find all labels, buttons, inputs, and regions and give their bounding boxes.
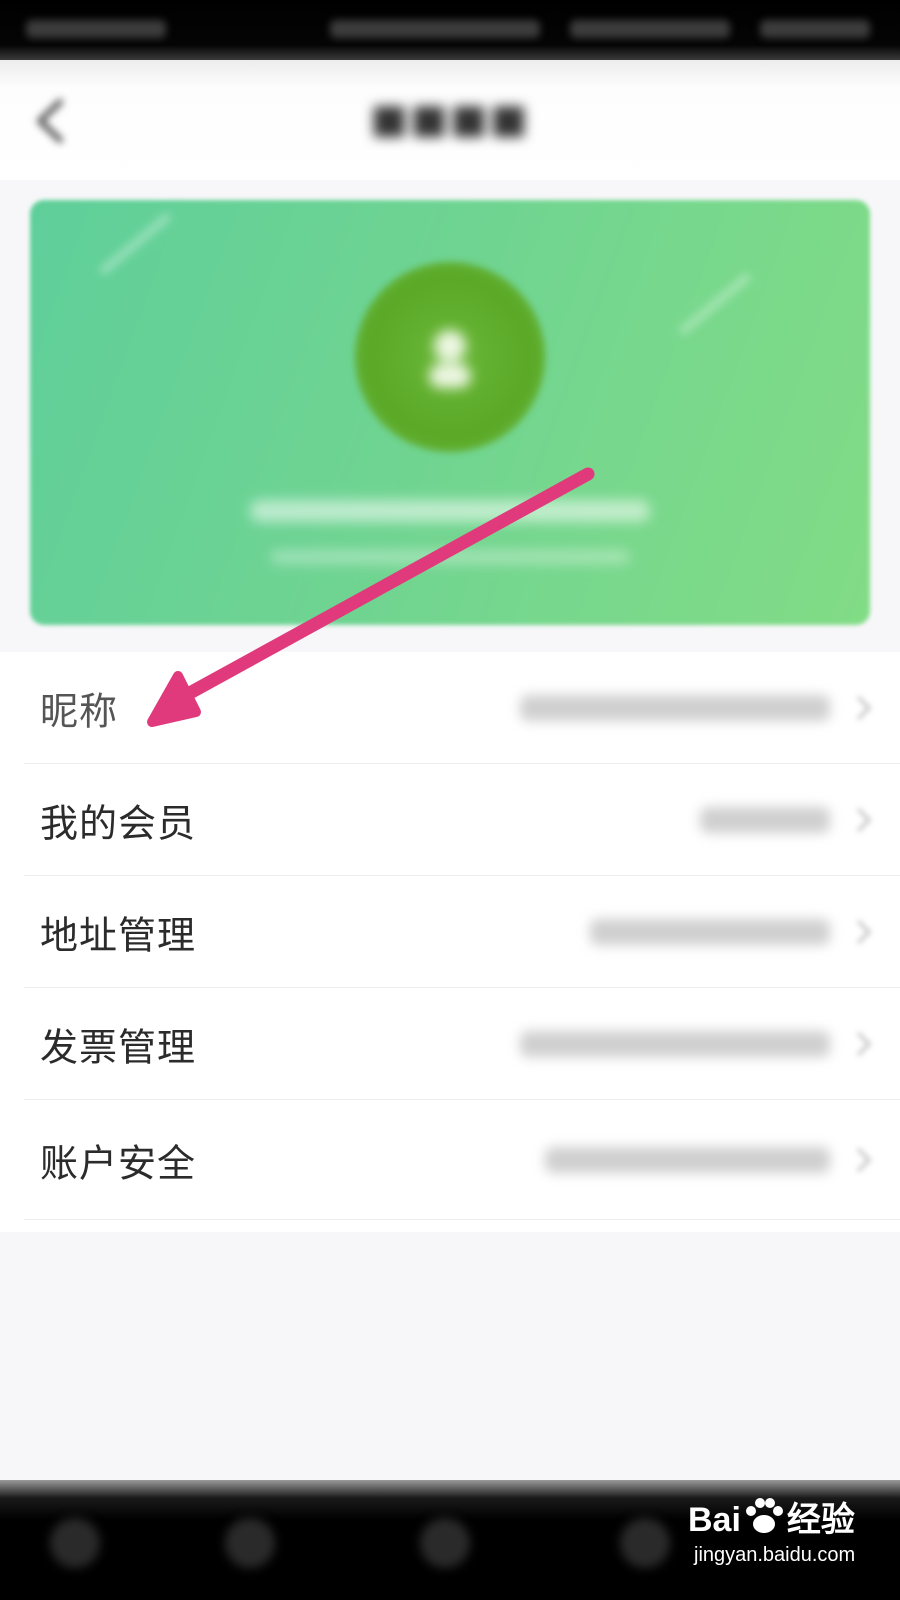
card-glint: [677, 272, 753, 336]
watermark-site: jingyan.baidu.com: [694, 1544, 856, 1566]
chevron-right-icon: [856, 919, 872, 944]
page-title: ■■■■: [370, 96, 530, 142]
avatar-icon: [429, 330, 471, 388]
card-glint: [97, 212, 173, 276]
menu-item-value-blur: [590, 918, 830, 945]
chevron-right-icon: [856, 807, 872, 832]
nav-menu-blur[interactable]: [50, 1518, 100, 1568]
nav-back-blur[interactable]: [225, 1518, 275, 1568]
status-bar: [0, 0, 900, 60]
menu-item-value-blur: [520, 1030, 830, 1057]
menu-item-value-blur: [545, 1146, 830, 1173]
nav-recent-blur[interactable]: [620, 1518, 670, 1568]
menu-item-value-blur: [520, 694, 830, 721]
menu-item-membership[interactable]: 我的会员: [24, 764, 900, 876]
nav-home-blur[interactable]: [420, 1518, 470, 1568]
menu-item-invoice[interactable]: 发票管理: [24, 988, 900, 1100]
nickname-blur: [250, 500, 650, 522]
menu-item-nickname[interactable]: 昵称: [24, 652, 900, 764]
menu-item-account-security[interactable]: 账户安全: [24, 1100, 900, 1220]
baidu-jingyan-watermark: Bai 经验 jingyan.baidu.com: [688, 1488, 888, 1588]
battery-blur: [760, 20, 870, 38]
chevron-right-icon: [856, 695, 872, 720]
profile-card[interactable]: [30, 200, 870, 625]
screen: ■■■■ 昵称 我的会员 地址管理 发票管理 账户安全 Bai 经验 jingy…: [0, 0, 900, 1600]
chevron-right-icon: [856, 1147, 872, 1172]
page-header: ■■■■: [0, 60, 900, 180]
menu-item-address[interactable]: 地址管理: [24, 876, 900, 988]
menu-item-label: 我的会员: [40, 801, 197, 845]
status-icons-blur: [330, 20, 540, 38]
subtitle-blur: [270, 550, 630, 564]
carrier-blur: [26, 20, 166, 38]
watermark-brand: Bai 经验: [688, 1492, 855, 1541]
paw-icon: [745, 1498, 783, 1533]
menu-item-label: 账户安全: [40, 1141, 197, 1185]
menu-item-value-blur: [700, 806, 830, 833]
menu-item-label: 地址管理: [40, 913, 197, 957]
network-blur: [570, 20, 730, 38]
menu-item-label: 昵称: [40, 689, 119, 733]
menu-item-label: 发票管理: [40, 1025, 197, 1069]
settings-menu: 昵称 我的会员 地址管理 发票管理 账户安全: [0, 652, 900, 1232]
chevron-right-icon: [856, 1031, 872, 1056]
